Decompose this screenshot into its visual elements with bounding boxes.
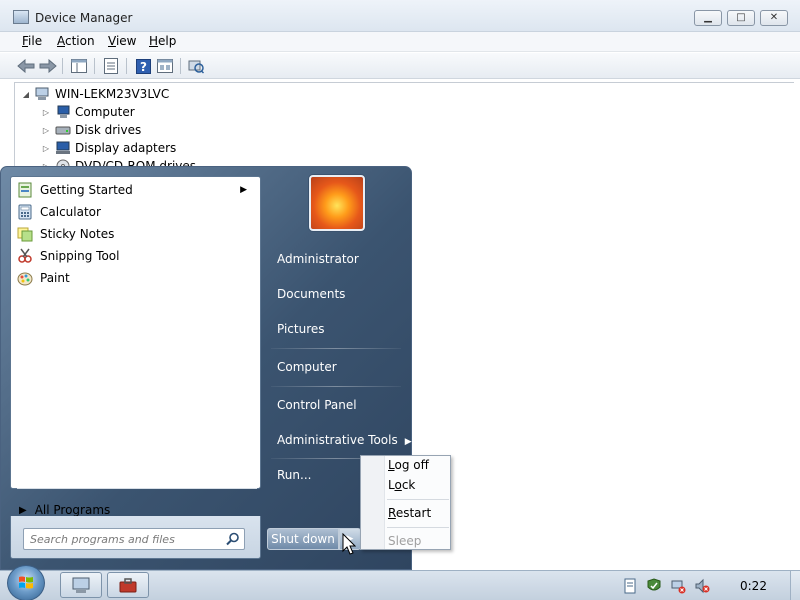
menu-item-lock[interactable]: Lock <box>388 478 415 492</box>
search-box[interactable] <box>23 528 245 550</box>
taskbar-clock[interactable]: 0:22 <box>740 579 767 593</box>
svg-text:?: ? <box>140 60 147 74</box>
window-title: Device Manager <box>35 11 133 25</box>
minimize-button[interactable]: ▁ <box>694 10 722 26</box>
scan-hardware-icon[interactable] <box>187 57 205 75</box>
title-bar[interactable]: Device Manager ▁ □ ✕ <box>0 0 800 32</box>
link-pictures[interactable]: Pictures <box>277 322 325 336</box>
snipping-tool-icon <box>17 248 33 264</box>
tree-root[interactable]: ◢ WIN-LEKM23V3LVC <box>21 85 169 103</box>
tree-item-disk-drives[interactable]: ▷ Disk drives <box>41 121 141 139</box>
toolbar-separator <box>62 58 63 74</box>
display-adapter-icon <box>55 141 71 155</box>
program-sticky-notes[interactable]: Sticky Notes <box>14 223 259 245</box>
toolbar-separator <box>180 58 181 74</box>
toolbox-icon <box>119 578 137 593</box>
menu-separator <box>387 527 449 528</box>
menu-item-log-off[interactable]: Log off <box>388 458 429 472</box>
program-getting-started[interactable]: Getting Started ▶ <box>14 179 259 201</box>
menu-item-restart[interactable]: Restart <box>388 506 431 520</box>
taskbar-device-manager[interactable] <box>60 572 102 598</box>
menu-item-sleep: Sleep <box>388 534 422 548</box>
maximize-button[interactable]: □ <box>727 10 755 26</box>
device-manager-icon <box>72 577 90 593</box>
getting-started-icon <box>17 182 33 198</box>
shutdown-options-menu: Log off Lock Restart Sleep <box>360 455 451 550</box>
minimize-icon: ▁ <box>704 12 712 23</box>
all-programs-separator <box>17 488 257 489</box>
menu-help[interactable]: Help <box>149 34 176 48</box>
help-icon[interactable]: ? <box>134 57 152 75</box>
all-programs-arrow-icon: ▶ <box>19 504 27 516</box>
forward-arrow-icon[interactable] <box>39 57 57 75</box>
computer-icon <box>35 87 51 101</box>
link-administrative-tools[interactable]: Administrative Tools ▶ <box>277 433 412 447</box>
user-avatar[interactable] <box>309 175 365 231</box>
action-center-icon[interactable] <box>646 578 662 594</box>
submenu-arrow-icon: ▶ <box>404 437 412 447</box>
sticky-notes-icon <box>17 226 33 242</box>
tree-root-label: WIN-LEKM23V3LVC <box>55 87 170 101</box>
close-icon: ✕ <box>769 12 779 23</box>
disk-drive-icon <box>55 123 71 137</box>
submenu-arrow-icon: ▶ <box>240 185 247 195</box>
show-desktop-button[interactable] <box>790 571 800 600</box>
properties-icon[interactable] <box>102 57 120 75</box>
link-documents[interactable]: Documents <box>277 287 345 301</box>
menu-file[interactable]: File <box>22 34 42 48</box>
taskbar-toolbox[interactable] <box>107 572 149 598</box>
menu-separator <box>387 499 449 500</box>
menu-gutter <box>361 456 385 549</box>
link-control-panel[interactable]: Control Panel <box>277 398 357 412</box>
collapse-icon[interactable]: ◢ <box>21 90 31 99</box>
search-input[interactable] <box>30 531 220 547</box>
maximize-icon: □ <box>736 12 746 23</box>
network-icon[interactable] <box>670 578 686 594</box>
expand-icon[interactable]: ▷ <box>41 144 51 153</box>
back-arrow-icon[interactable] <box>17 57 35 75</box>
menu-bar: File Action View Help <box>0 32 800 52</box>
link-run[interactable]: Run... <box>277 468 311 482</box>
search-area <box>10 516 261 559</box>
link-computer[interactable]: Computer <box>277 360 337 374</box>
paint-icon <box>17 270 33 286</box>
volume-muted-icon[interactable] <box>694 578 710 594</box>
tree-item-computer[interactable]: ▷ Computer <box>41 103 135 121</box>
search-icon[interactable] <box>226 532 240 546</box>
device-manager-icon <box>13 10 29 24</box>
show-hide-tree-icon[interactable] <box>70 57 88 75</box>
menu-view[interactable]: View <box>108 34 136 48</box>
start-menu: Getting Started ▶ Calculator Sticky Note… <box>0 166 412 570</box>
program-calculator[interactable]: Calculator <box>14 201 259 223</box>
expand-icon[interactable]: ▷ <box>41 108 51 117</box>
calculator-icon <box>17 204 33 220</box>
mouse-cursor-icon <box>342 533 356 555</box>
toolbar: ? <box>0 53 800 79</box>
computer-icon <box>55 105 71 119</box>
toolbar-separator <box>126 58 127 74</box>
programs-pane: Getting Started ▶ Calculator Sticky Note… <box>10 176 261 517</box>
right-pane-separator <box>271 348 401 349</box>
right-pane-separator <box>271 386 401 387</box>
tree-item-display-adapters[interactable]: ▷ Display adapters <box>41 139 176 157</box>
tray-notification-icon[interactable] <box>622 578 638 594</box>
link-administrator[interactable]: Administrator <box>277 252 359 266</box>
close-button[interactable]: ✕ <box>760 10 788 26</box>
menu-action[interactable]: Action <box>57 34 95 48</box>
shutdown-button[interactable]: Shut down <box>267 528 339 550</box>
show-hidden-icon[interactable] <box>156 57 174 75</box>
start-button[interactable] <box>7 565 45 600</box>
program-snipping-tool[interactable]: Snipping Tool <box>14 245 259 267</box>
expand-icon[interactable]: ▷ <box>41 126 51 135</box>
toolbar-separator <box>94 58 95 74</box>
windows-logo-icon <box>19 576 33 589</box>
program-paint[interactable]: Paint <box>14 267 259 289</box>
